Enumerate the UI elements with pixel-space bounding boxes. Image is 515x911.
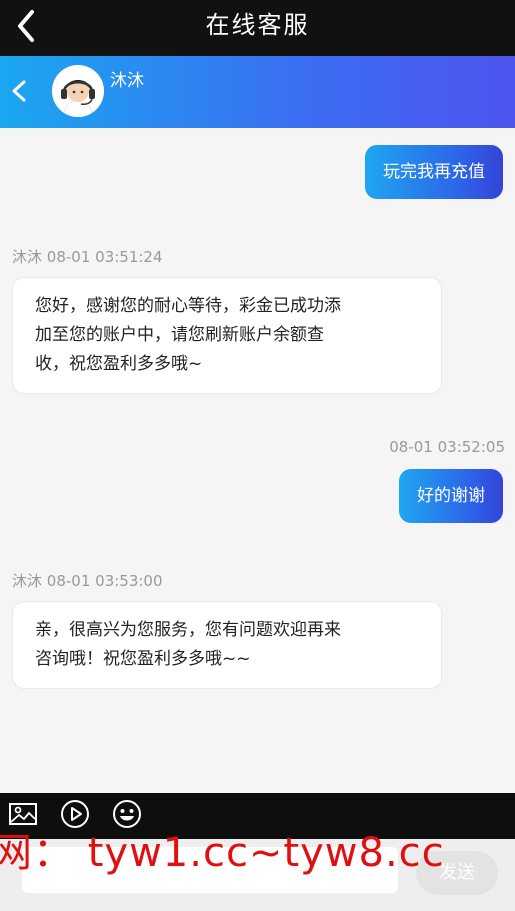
message-bubble-user: 玩完我再充值	[365, 145, 503, 199]
message-line: 加至您的账户中，请您刷新账户余额查	[35, 325, 324, 345]
chevron-left-icon[interactable]	[6, 76, 32, 106]
agent-avatar	[52, 65, 104, 117]
top-bar: 在线客服	[0, 0, 515, 56]
agent-bar: 沐沐	[0, 56, 515, 128]
timestamp-partial	[496, 128, 501, 138]
message-time: 08-01 03:51:24	[46, 248, 163, 266]
message-meta: 沐沐 08-01 03:53:00	[12, 570, 163, 591]
chat-area[interactable]: 玩完我再充值 沐沐 08-01 03:51:24 您好，感谢您的耐心等待，彩金已…	[0, 128, 515, 793]
page-title: 在线客服	[205, 11, 310, 39]
sender-name: 沐沐	[12, 572, 43, 590]
watermark-text: 网： tyw1.cc~tyw8.cc	[0, 830, 445, 876]
message-line: 咨询哦！祝您盈利多多哦~~	[35, 649, 251, 669]
message-meta: 沐沐 08-01 03:51:24	[12, 246, 163, 267]
message-line: 收，祝您盈利多多哦~	[35, 354, 203, 374]
message-line: 您好，感谢您的耐心等待，彩金已成功添	[35, 296, 341, 316]
message-line: 亲，很高兴为您服务，您有问题欢迎再来	[35, 620, 341, 640]
message-bubble-agent: 您好，感谢您的耐心等待，彩金已成功添 加至您的账户中，请您刷新账户余额查 收，祝…	[12, 277, 442, 394]
message-bubble-agent: 亲，很高兴为您服务，您有问题欢迎再来 咨询哦！祝您盈利多多哦~~	[12, 601, 442, 689]
headset-agent-icon	[52, 65, 104, 117]
sender-name: 沐沐	[12, 248, 43, 266]
message-time: 08-01 03:52:05	[389, 438, 505, 456]
agent-name: 沐沐	[110, 71, 144, 91]
message-time: 08-01 03:53:00	[46, 572, 163, 590]
message-bubble-user: 好的谢谢	[399, 469, 503, 523]
